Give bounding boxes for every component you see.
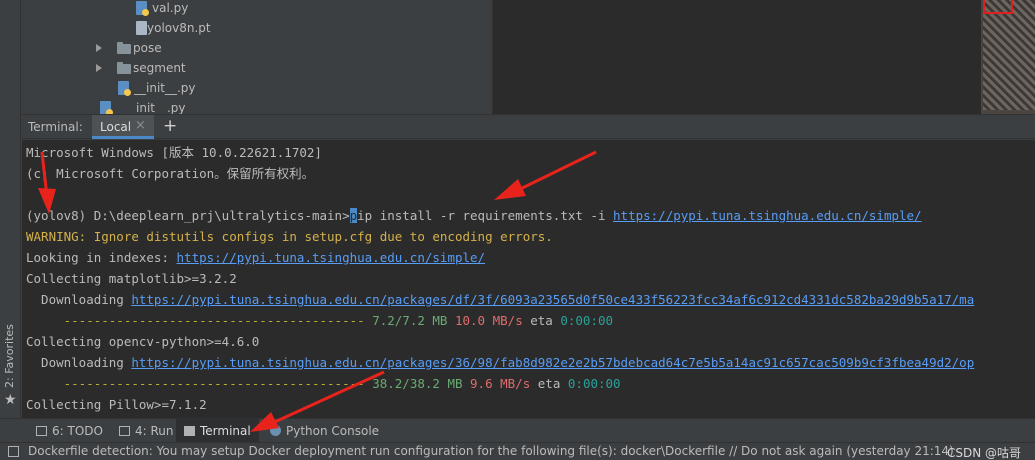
terminal-line: Looking in indexes: https://pypi.tuna.ts… — [26, 247, 485, 268]
index-url-link[interactable]: https://pypi.tuna.tsinghua.edu.cn/simple… — [177, 250, 486, 265]
file-icon — [136, 21, 147, 35]
download-prefix: Downloading — [26, 292, 132, 307]
terminal-line: Collecting opencv-python>=4.6.0 — [26, 334, 260, 349]
terminal-command-line: (yolov8) D:\deeplearn_prj\ultralytics-ma… — [26, 205, 922, 226]
status-message[interactable]: Dockerfile detection: You may setup Dock… — [28, 444, 954, 458]
progress-bar: ---------------------------------------- — [26, 313, 373, 328]
terminal-output[interactable]: Microsoft Windows [版本 10.0.22621.1702] (… — [22, 140, 1035, 418]
run-tool-button[interactable]: 4: Run — [113, 419, 180, 443]
favorites-label[interactable]: 2: Favorites — [3, 324, 16, 388]
eta-label: eta — [537, 376, 561, 391]
download-size: 7.2/7.2 MB — [372, 313, 448, 328]
chevron-right-icon[interactable] — [96, 44, 102, 52]
looking-prefix: Looking in indexes: — [26, 250, 177, 265]
tree-item-label: segment — [133, 61, 186, 75]
image-preview — [981, 0, 1035, 114]
terminal-line: Collecting matplotlib>=3.2.2 — [26, 271, 237, 286]
command: ip install -r requirements.txt -i — [357, 208, 614, 223]
tree-item-label: __init__.py — [134, 81, 196, 95]
eta-value: 0:00:00 — [560, 313, 614, 328]
download-size: 38.2/38.2 MB — [372, 376, 463, 391]
warning-line: WARNING: Ignore distutils configs in set… — [26, 229, 553, 244]
python-console-icon — [270, 425, 281, 436]
tab-local-label: Local — [100, 120, 132, 134]
terminal-icon — [184, 426, 195, 436]
download-speed: 9.6 MB/s — [470, 376, 531, 391]
close-icon[interactable]: × — [135, 118, 146, 133]
status-bar: Dockerfile detection: You may setup Dock… — [0, 442, 1035, 460]
eta-value: 0:00:00 — [567, 376, 621, 391]
status-toggle-icon[interactable] — [8, 446, 19, 457]
python-console-tool-button[interactable]: Python Console — [264, 419, 385, 443]
folder-icon — [117, 62, 131, 74]
run-icon — [119, 426, 130, 436]
chevron-right-icon[interactable] — [96, 64, 102, 72]
eta-label: eta — [530, 313, 553, 328]
tree-item-label: pose — [133, 41, 162, 55]
terminal-tool-button[interactable]: Terminal — [176, 419, 259, 443]
folder-icon — [117, 42, 131, 54]
download-speed: 10.0 MB/s — [454, 313, 523, 328]
tree-item-label: __init__.py — [124, 101, 186, 114]
new-terminal-tab-button[interactable]: + — [163, 115, 177, 137]
watermark: CSDN @咕哥 — [946, 446, 1021, 460]
preview-photo — [983, 0, 1035, 110]
tab-local[interactable]: Local × — [92, 115, 154, 139]
tree-item-label: val.py — [152, 1, 189, 15]
editor-area — [492, 0, 981, 114]
download-url-link[interactable]: https://pypi.tuna.tsinghua.edu.cn/packag… — [131, 292, 974, 307]
terminal-line: Collecting Pillow>=7.1.2 — [26, 397, 207, 412]
python-console-label: Python Console — [286, 424, 380, 438]
project-tree: val.py yolov8n.pt pose segment __init__.… — [22, 0, 492, 114]
python-file-icon — [136, 1, 149, 16]
terminal-line: Microsoft Windows [版本 10.0.22621.1702] — [26, 145, 322, 160]
terminal-label: Terminal: — [28, 120, 83, 134]
terminal-line: Downloading https://pypi.tuna.tsinghua.e… — [26, 352, 974, 373]
python-file-icon — [100, 101, 113, 114]
todo-icon — [36, 426, 47, 436]
progress-line: ----------------------------------------… — [26, 373, 621, 394]
detection-box — [983, 0, 1013, 14]
todo-label: 6: TODO — [52, 424, 103, 438]
index-url-link[interactable]: https://pypi.tuna.tsinghua.edu.cn/simple… — [613, 208, 922, 223]
terminal-line: Downloading https://pypi.tuna.tsinghua.e… — [26, 289, 974, 310]
tool-window-bar: 6: TODO 4: Run Terminal Python Console — [0, 418, 1035, 443]
terminal-line: (c) Microsoft Corporation。保留所有权利。 — [26, 166, 315, 181]
star-icon[interactable]: ★ — [4, 392, 17, 408]
terminal-tool-label: Terminal — [200, 424, 251, 438]
download-prefix: Downloading — [26, 355, 132, 370]
terminal-header: Terminal: Local × + — [22, 114, 1035, 139]
todo-tool-button[interactable]: 6: TODO — [30, 419, 109, 443]
prompt: (yolov8) D:\deeplearn_prj\ultralytics-ma… — [26, 208, 350, 223]
python-file-icon — [118, 81, 131, 96]
progress-bar: ---------------------------------------- — [26, 376, 373, 391]
download-url-link[interactable]: https://pypi.tuna.tsinghua.edu.cn/packag… — [131, 355, 974, 370]
progress-line: ----------------------------------------… — [26, 310, 613, 331]
text-cursor: p — [349, 208, 358, 223]
tree-item-label: yolov8n.pt — [147, 21, 211, 35]
run-label: 4: Run — [135, 424, 174, 438]
